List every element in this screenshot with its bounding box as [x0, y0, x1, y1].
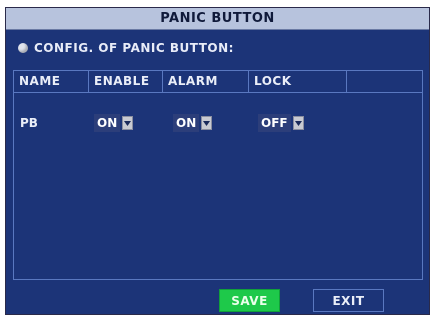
save-button[interactable]: SAVE [219, 289, 280, 312]
lock-value: OFF [258, 114, 291, 132]
section-header: CONFIG. OF PANIC BUTTON: [18, 41, 234, 55]
column-header-empty [347, 71, 424, 92]
row-name-pb: PB [20, 116, 38, 130]
section-label: CONFIG. OF PANIC BUTTON: [34, 41, 234, 55]
panic-button-dialog: PANIC BUTTON CONFIG. OF PANIC BUTTON: NA… [5, 7, 430, 315]
dialog-title: PANIC BUTTON [6, 8, 429, 30]
enable-value: ON [94, 114, 121, 132]
table-row: PB ON ON OFF [14, 113, 422, 135]
enable-dropdown[interactable]: ON [94, 113, 134, 133]
column-header-lock: LOCK [249, 71, 347, 92]
chevron-down-icon[interactable] [201, 116, 213, 130]
column-header-alarm: ALARM [163, 71, 249, 92]
column-header-enable: ENABLE [89, 71, 163, 92]
bullet-icon [18, 43, 28, 53]
chevron-down-icon[interactable] [122, 116, 134, 130]
alarm-value: ON [173, 114, 200, 132]
table-header-row: NAME ENABLE ALARM LOCK [14, 71, 422, 93]
column-header-name: NAME [14, 71, 89, 92]
exit-button[interactable]: EXIT [313, 289, 384, 312]
lock-dropdown[interactable]: OFF [258, 113, 304, 133]
alarm-dropdown[interactable]: ON [173, 113, 213, 133]
chevron-down-icon[interactable] [292, 116, 304, 130]
config-table: NAME ENABLE ALARM LOCK PB ON ON OFF [13, 70, 423, 280]
